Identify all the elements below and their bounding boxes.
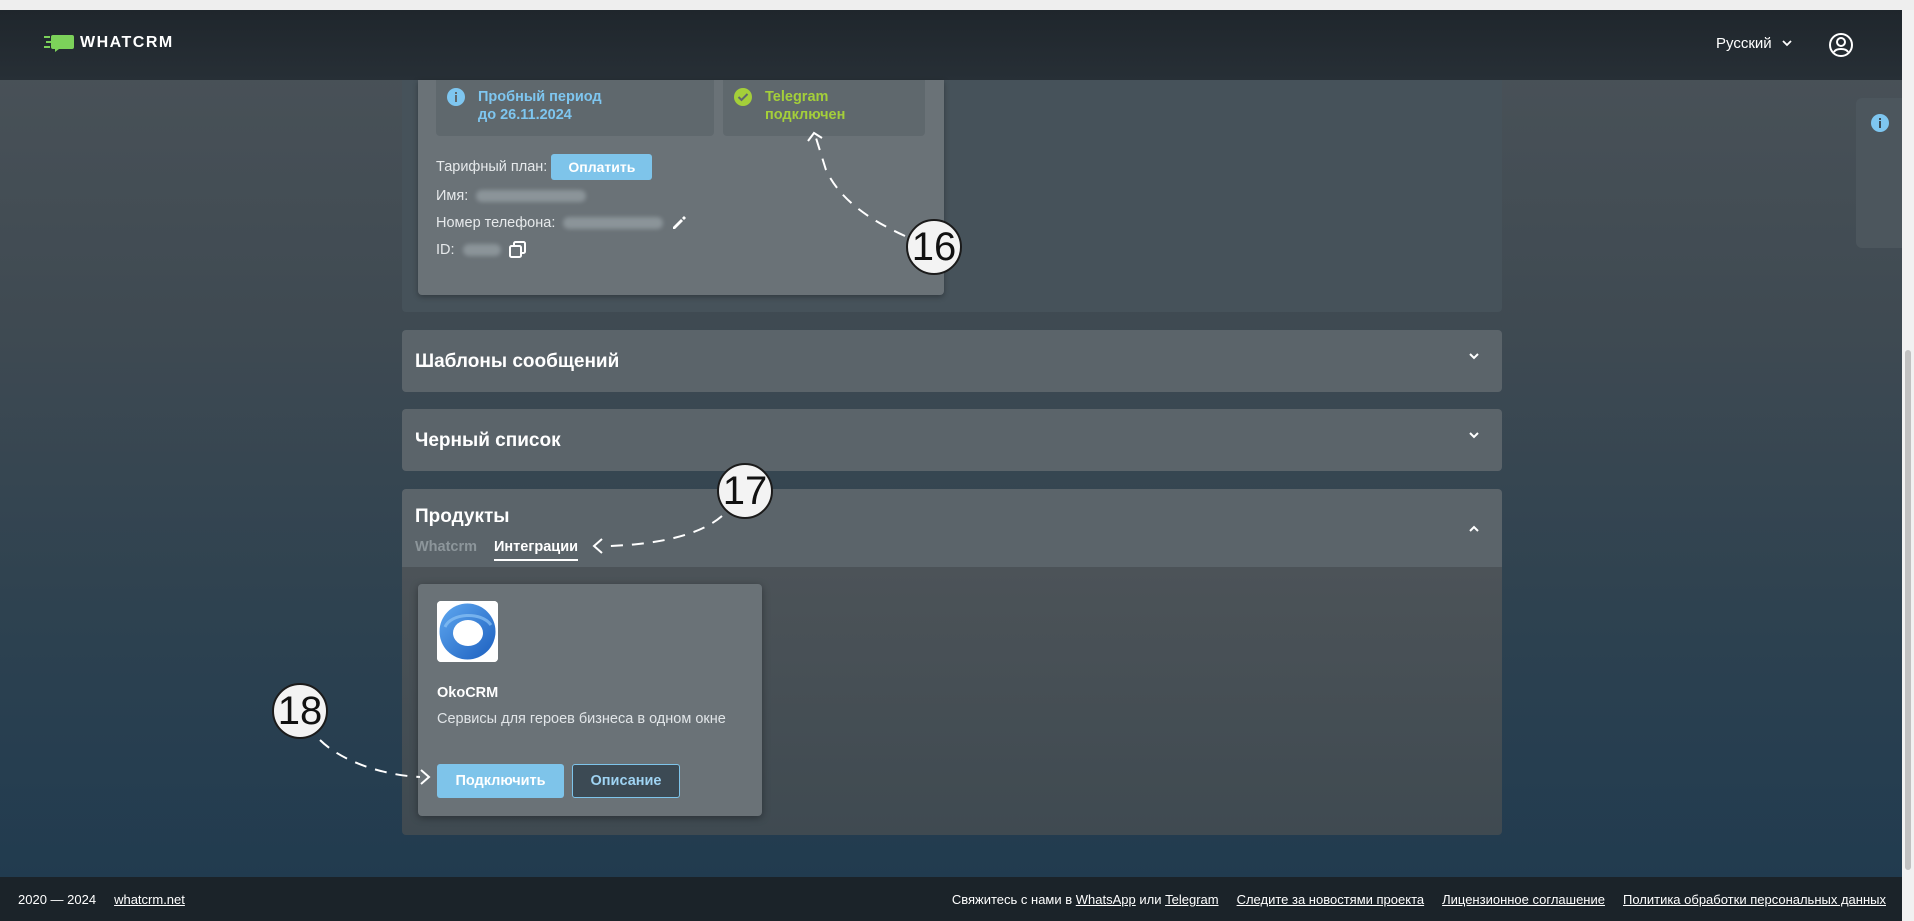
annotation-arrows — [319, 131, 906, 785]
scrollbar-thumb[interactable] — [1905, 350, 1911, 870]
arrow-16-head — [807, 131, 823, 142]
footer-contact-prefix: Свяжитесь с нами в — [951, 892, 1073, 907]
annotation-marker-16: 16 — [906, 219, 962, 275]
footer-site-link[interactable]: whatcrm.net — [114, 892, 185, 907]
footer-license-link[interactable]: Лицензионное соглашение — [1442, 892, 1605, 907]
arrow-18 — [319, 739, 421, 778]
arrow-16 — [815, 137, 906, 237]
annotation-marker-18: 18 — [272, 683, 328, 739]
annotation-marker-17: 17 — [717, 463, 773, 519]
footer-whatsapp-link[interactable]: WhatsApp — [1076, 892, 1136, 907]
footer-privacy-link[interactable]: Политика обработки персональных данных — [1623, 892, 1886, 907]
footer-news-link[interactable]: Следите за новостями проекта — [1237, 892, 1425, 907]
footer-contact-or: или — [1139, 892, 1162, 907]
arrow-17 — [609, 515, 723, 547]
footer-telegram-link[interactable]: Telegram — [1165, 892, 1218, 907]
arrow-18-head — [420, 769, 431, 785]
arrow-17-head — [592, 538, 603, 554]
footer: 2020 — 2024 whatcrm.net Свяжитесь с нами… — [0, 877, 1902, 921]
footer-contact: Свяжитесь с нами в WhatsApp или Telegram — [952, 892, 1219, 907]
footer-years: 2020 — 2024 — [18, 892, 97, 907]
